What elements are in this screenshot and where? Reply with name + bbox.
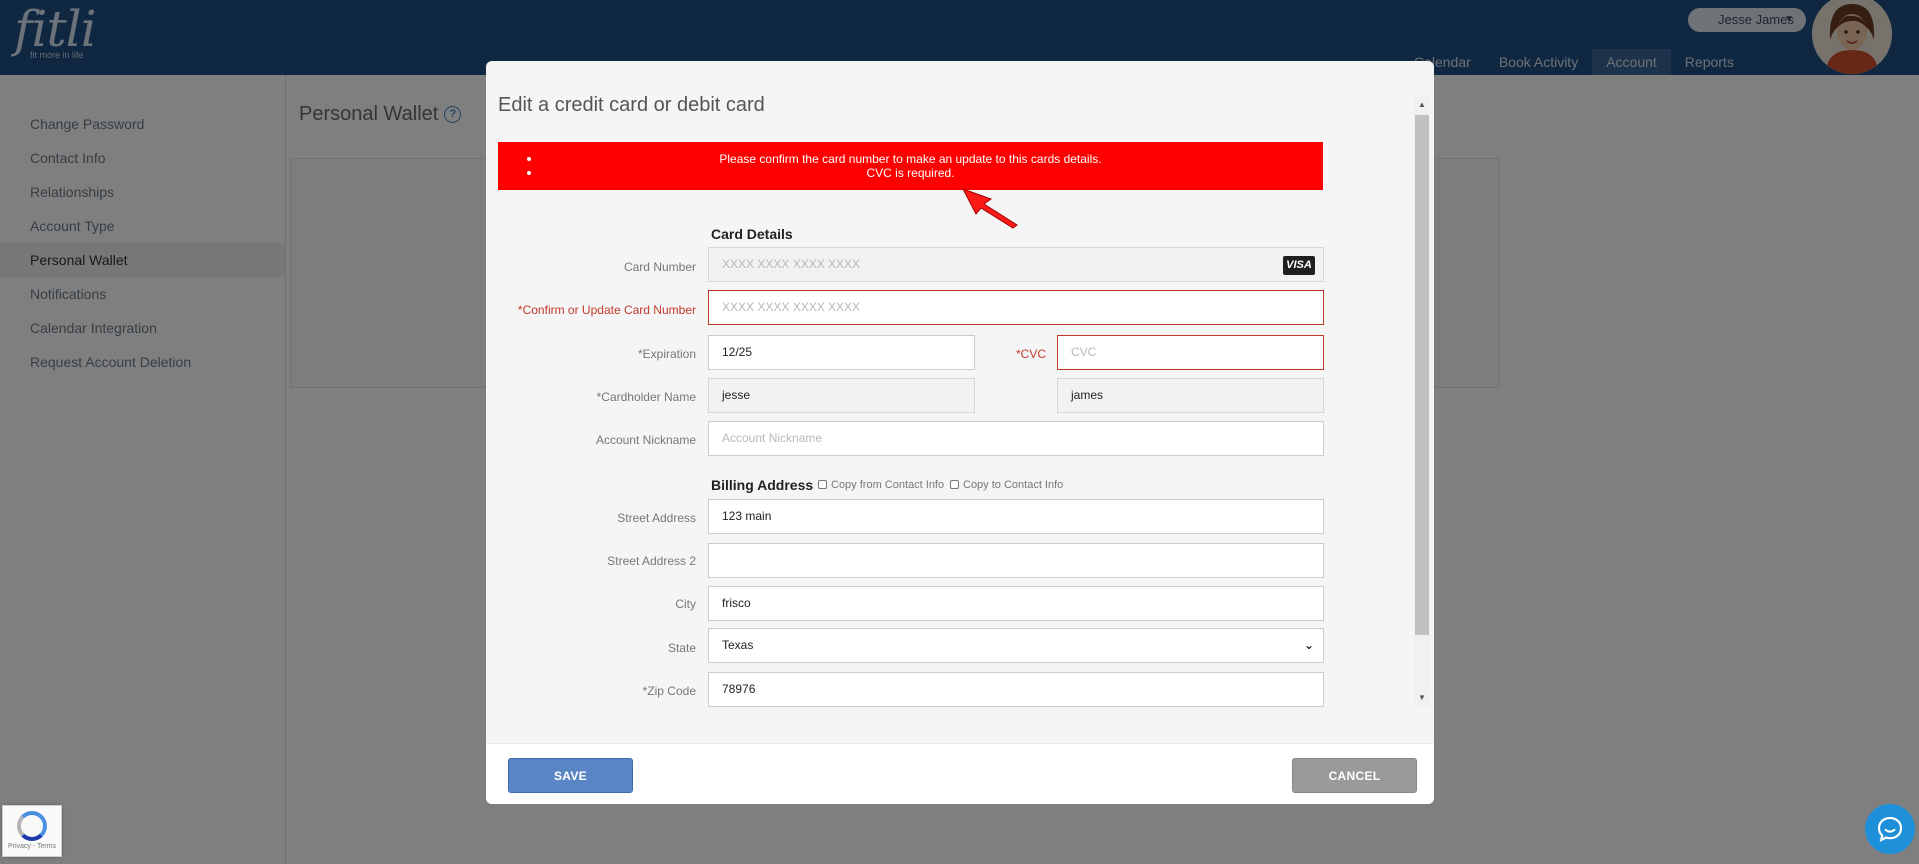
scroll-down-icon[interactable]: ▼ xyxy=(1414,690,1430,706)
state-select[interactable]: Texas ⌄ xyxy=(708,628,1324,663)
expiration-label: *Expiration xyxy=(637,347,696,361)
recaptcha-icon xyxy=(17,811,47,841)
error-alert: Please confirm the card number to make a… xyxy=(498,142,1323,190)
scroll-thumb[interactable] xyxy=(1415,115,1429,635)
cvc-label: *CVC xyxy=(1015,347,1046,361)
chat-icon xyxy=(1877,816,1903,842)
zip-input[interactable]: 78976 xyxy=(708,672,1324,707)
copy-to-contact-checkbox[interactable]: Copy to Contact Info xyxy=(950,479,1063,491)
error-cvc: CVC is required. xyxy=(498,166,1323,180)
copy-from-label: Copy from Contact Info xyxy=(831,479,945,491)
modal-scrollbar[interactable]: ▲ ▼ xyxy=(1414,97,1430,706)
street-input[interactable]: 123 main xyxy=(708,499,1324,534)
state-label: State xyxy=(667,641,696,655)
copy-from-checkbox-box[interactable] xyxy=(818,480,827,489)
confirm-card-label: *Confirm or Update Card Number xyxy=(517,303,696,317)
cvc-placeholder: CVC xyxy=(1071,345,1097,359)
expiration-input[interactable]: 12/25 xyxy=(708,335,975,370)
nickname-label: Account Nickname xyxy=(595,433,696,447)
save-button[interactable]: SAVE xyxy=(508,758,633,793)
red-arrow-annotation xyxy=(961,188,1018,229)
card-details-heading: Card Details xyxy=(711,226,793,242)
visa-icon: VISA xyxy=(1283,256,1315,275)
street2-input[interactable] xyxy=(708,543,1324,578)
nickname-input[interactable]: Account Nickname xyxy=(708,421,1324,456)
card-number-field: XXXX XXXX XXXX XXXX VISA xyxy=(708,247,1324,282)
copy-to-label: Copy to Contact Info xyxy=(963,479,1064,491)
edit-card-modal: Edit a credit card or debit card Please … xyxy=(486,61,1434,804)
recaptcha-badge[interactable]: Privacy - Terms xyxy=(2,805,62,857)
confirm-card-input[interactable]: XXXX XXXX XXXX XXXX xyxy=(708,290,1324,325)
recaptcha-text: Privacy - Terms xyxy=(7,843,57,850)
card-number-label: Card Number xyxy=(623,260,696,274)
cardholder-first-name-field: jesse xyxy=(708,378,975,413)
street2-label: Street Address 2 xyxy=(607,554,696,568)
scroll-up-icon[interactable]: ▲ xyxy=(1414,97,1430,113)
card-number-placeholder: XXXX XXXX XXXX XXXX xyxy=(722,257,861,271)
chat-launcher-button[interactable] xyxy=(1865,804,1915,854)
street-label: Street Address xyxy=(617,511,696,525)
state-selected-value: Texas xyxy=(722,638,754,652)
city-label: City xyxy=(675,597,696,611)
modal-footer: SAVE CANCEL xyxy=(486,743,1434,804)
zip-label: *Zip Code xyxy=(642,684,696,698)
city-input[interactable]: frisco xyxy=(708,586,1324,621)
copy-from-contact-checkbox[interactable]: Copy from Contact Info xyxy=(818,479,944,491)
confirm-card-placeholder: XXXX XXXX XXXX XXXX xyxy=(722,300,861,314)
error-card-number: Please confirm the card number to make a… xyxy=(498,152,1323,166)
billing-address-heading: Billing Address xyxy=(711,477,814,493)
cardholder-label: *Cardholder Name xyxy=(596,390,696,404)
cardholder-last-name-field: james xyxy=(1057,378,1324,413)
modal-title: Edit a credit card or debit card xyxy=(498,94,765,116)
nickname-placeholder: Account Nickname xyxy=(722,431,823,445)
chevron-down-icon: ⌄ xyxy=(1303,638,1314,652)
cancel-button[interactable]: CANCEL xyxy=(1292,758,1417,793)
copy-to-checkbox-box[interactable] xyxy=(950,480,959,489)
cvc-input[interactable]: CVC xyxy=(1057,335,1324,370)
